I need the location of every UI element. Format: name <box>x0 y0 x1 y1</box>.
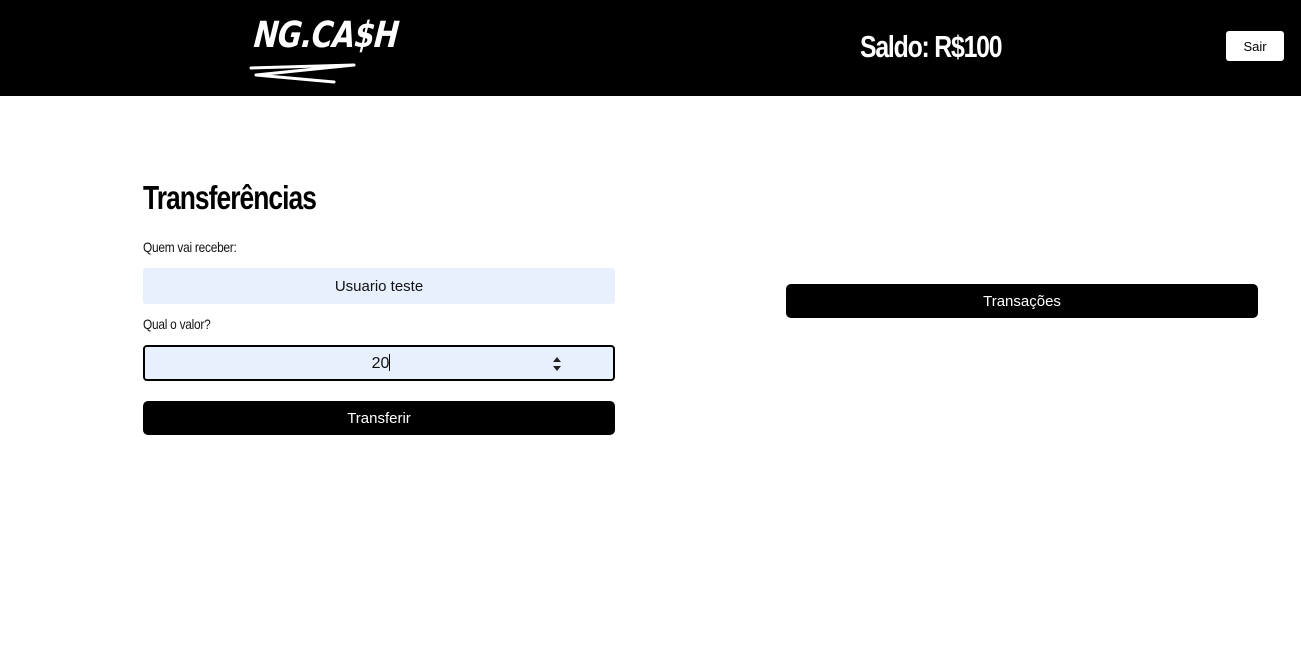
logo-wordmark: NG.CA$H <box>252 15 401 56</box>
ngcash-logo: NG.CA$H <box>248 14 400 86</box>
recipient-label: Quem vai receber: <box>143 239 237 255</box>
amount-input[interactable]: 20 <box>143 345 615 381</box>
transfer-button[interactable]: Transferir <box>143 401 615 435</box>
top-bar: NG.CA$H Saldo: R$100 Sair <box>0 0 1301 96</box>
logo-underline-icon <box>249 63 356 84</box>
text-caret <box>389 354 391 371</box>
transfer-title: Transferências <box>143 179 317 216</box>
number-spinner-icon[interactable] <box>551 354 563 374</box>
recipient-input[interactable] <box>143 268 615 304</box>
balance-display: Saldo: R$100 <box>860 29 1003 64</box>
logout-button[interactable]: Sair <box>1226 31 1284 61</box>
amount-value: 20 <box>371 355 390 372</box>
transactions-button[interactable]: Transações <box>786 284 1258 318</box>
amount-label: Qual o valor? <box>143 316 211 332</box>
